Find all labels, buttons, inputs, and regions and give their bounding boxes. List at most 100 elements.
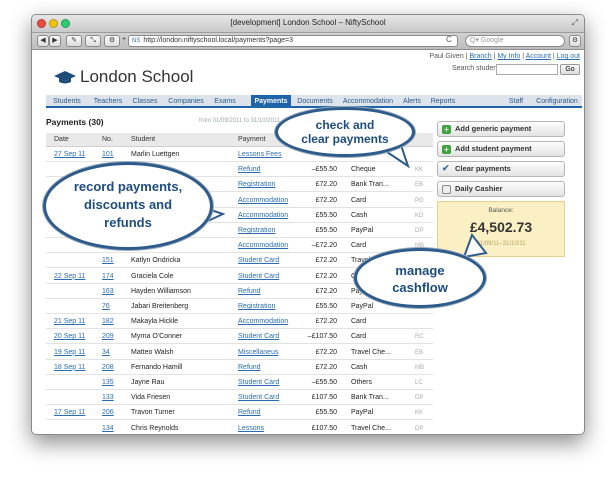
row-payment-type[interactable]: Accommodation bbox=[238, 242, 288, 249]
row-number[interactable]: 206 bbox=[102, 409, 114, 416]
row-number[interactable]: 182 bbox=[102, 318, 114, 325]
tab-alerts[interactable]: Alerts bbox=[400, 95, 424, 108]
row-number[interactable]: 34 bbox=[102, 349, 110, 356]
table-row[interactable]: 134 Chris Reynolds Lessons £107.50 Travel Ch… bbox=[46, 422, 433, 434]
tab-staff[interactable]: Staff bbox=[503, 95, 529, 108]
tools-icon[interactable]: ✎ bbox=[66, 35, 82, 47]
row-payment-type[interactable]: Miscellaneus bbox=[238, 349, 278, 356]
row-date[interactable]: 22 Sep 11 bbox=[54, 273, 85, 280]
row-number[interactable]: 174 bbox=[102, 273, 114, 280]
table-row[interactable]: 20 Sep 11 209 Myrna O'Conner Student Card –£… bbox=[46, 330, 433, 345]
tab-teachers[interactable]: Teachers bbox=[89, 95, 127, 108]
col-payment[interactable]: Payment bbox=[238, 136, 266, 143]
tab-exams[interactable]: Exams bbox=[210, 95, 240, 108]
row-number[interactable]: 209 bbox=[102, 333, 114, 340]
row-number[interactable]: 135 bbox=[102, 379, 114, 386]
row-date[interactable]: 21 Sep 11 bbox=[54, 318, 85, 325]
back-button[interactable]: ◀ bbox=[37, 35, 49, 47]
date-range[interactable]: from 01/09/2011 to 31/10/2011 bbox=[199, 118, 280, 124]
row-payment-type[interactable]: Student Card bbox=[238, 257, 279, 264]
fullscreen-icon[interactable]: ⤢ bbox=[572, 18, 578, 28]
table-row[interactable]: 21 Sep 11 182 Makayla Hickle Accommodation £… bbox=[46, 315, 433, 330]
row-number[interactable]: 134 bbox=[102, 425, 114, 432]
row-payment-type[interactable]: Registration bbox=[238, 227, 275, 234]
row-initials: KK bbox=[415, 167, 424, 174]
row-payment-type[interactable]: Student Card bbox=[238, 333, 279, 340]
row-payment-type[interactable]: Student Card bbox=[238, 394, 279, 401]
branch-link[interactable]: Branch bbox=[469, 53, 491, 60]
row-date[interactable]: 20 Sep 11 bbox=[54, 333, 85, 340]
col-student[interactable]: Student bbox=[131, 136, 155, 143]
add-student-payment-button[interactable]: + Add student payment bbox=[437, 141, 565, 157]
row-date[interactable]: 18 Sep 11 bbox=[54, 364, 85, 371]
logout-link[interactable]: Log out bbox=[557, 53, 580, 60]
table-row[interactable]: 135 Jayne Rau Student Card –£55.50 Others LC bbox=[46, 376, 433, 390]
address-bar[interactable]: NS http://london.niftyschool.local/paymen… bbox=[128, 35, 458, 47]
table-row[interactable]: 18 Sep 11 208 Fernando Hamill Refund £72.20 C… bbox=[46, 361, 433, 375]
row-initials: EB bbox=[415, 182, 424, 189]
gear-icon[interactable]: ⚙ bbox=[569, 35, 581, 47]
callout-manage-cashflow: manage cashflow bbox=[354, 248, 486, 308]
go-button[interactable]: Go bbox=[560, 64, 580, 75]
row-payment-type[interactable]: Accommodation bbox=[238, 197, 288, 204]
tab-configuration[interactable]: Configuration bbox=[532, 95, 582, 108]
tab-reports[interactable]: Reports bbox=[427, 95, 459, 108]
add-generic-payment-button[interactable]: + Add generic payment bbox=[437, 121, 565, 137]
row-date[interactable]: 19 Sep 11 bbox=[54, 349, 85, 356]
callout-line: discounts and bbox=[83, 197, 173, 212]
row-payment-type[interactable]: Accommodation bbox=[238, 318, 288, 325]
table-row[interactable]: 19 Sep 11 34 Matteo Walsh Miscellaneus £72.2… bbox=[46, 346, 433, 360]
row-payment-type[interactable]: Registration bbox=[238, 303, 275, 310]
account-link[interactable]: Account bbox=[526, 53, 551, 60]
row-number[interactable]: 76 bbox=[102, 303, 110, 310]
table-row[interactable]: 76 Jabari Breitenberg Registration £55.50 Pa… bbox=[46, 300, 433, 314]
row-method: Card bbox=[351, 318, 367, 326]
table-row[interactable]: 17 Sep 11 206 Travon Turner Refund £55.50 Pay… bbox=[46, 406, 433, 421]
tab-students[interactable]: Students bbox=[46, 95, 88, 108]
daily-cashier-button[interactable]: Daily Cashier bbox=[437, 181, 565, 197]
row-method: Cash bbox=[351, 211, 368, 219]
student-search-input[interactable] bbox=[496, 64, 558, 75]
row-amount: £72.20 bbox=[315, 257, 337, 265]
row-payment-type[interactable]: Registration bbox=[238, 181, 275, 188]
row-payment-type[interactable]: Student Card bbox=[238, 379, 279, 386]
settings-icon[interactable]: ⚙ bbox=[104, 35, 120, 47]
tab-payments[interactable]: Payments bbox=[251, 95, 291, 108]
check-icon: ✔ bbox=[442, 163, 450, 173]
row-number[interactable]: 208 bbox=[102, 364, 114, 371]
clear-payments-button[interactable]: ✔ Clear payments bbox=[437, 161, 565, 177]
tab-classes[interactable]: Classes bbox=[128, 95, 162, 108]
url-text: http://london.niftyschool.local/payments… bbox=[143, 37, 293, 44]
row-payment-type[interactable]: Lessons bbox=[238, 425, 264, 432]
row-payment-type[interactable]: Refund bbox=[238, 166, 261, 173]
add-tab-button[interactable]: + bbox=[120, 35, 128, 47]
tab-companies[interactable]: Companies bbox=[163, 95, 209, 108]
row-payment-type[interactable]: Refund bbox=[238, 364, 261, 371]
browser-search-field[interactable]: Q▾ Google bbox=[465, 35, 565, 47]
col-no[interactable]: No. bbox=[102, 136, 113, 143]
row-payment-type[interactable]: Accommodation bbox=[238, 212, 288, 219]
row-date[interactable]: 17 Sep 11 bbox=[54, 409, 85, 416]
row-student: Marlin Luettgen bbox=[131, 151, 180, 158]
row-payment-type[interactable]: Lessons Fees bbox=[238, 151, 282, 158]
row-number[interactable]: 163 bbox=[102, 288, 114, 295]
col-date[interactable]: Date bbox=[54, 136, 69, 143]
row-payment-type[interactable]: Student Card bbox=[238, 273, 279, 280]
row-method: PayPal bbox=[351, 409, 374, 417]
row-number[interactable]: 133 bbox=[102, 394, 114, 401]
plus-icon: + bbox=[442, 125, 451, 134]
my-info-link[interactable]: My Info bbox=[497, 53, 520, 60]
row-amount: –£72.20 bbox=[311, 242, 337, 250]
main-nav: Students Teachers Classes Companies Exam… bbox=[46, 95, 582, 108]
row-payment-type[interactable]: Refund bbox=[238, 409, 261, 416]
resize-icon[interactable]: ⤡ bbox=[85, 35, 101, 47]
row-date[interactable]: 27 Sep 11 bbox=[54, 151, 85, 158]
row-payment-type[interactable]: Refund bbox=[238, 288, 261, 295]
forward-button[interactable]: ▶ bbox=[49, 35, 61, 47]
row-number[interactable]: 151 bbox=[102, 257, 114, 264]
row-number[interactable]: 101 bbox=[102, 151, 114, 158]
row-amount: –£107.50 bbox=[307, 333, 337, 341]
table-row[interactable]: 133 Vida Friesen Student Card £107.50 Bank T… bbox=[46, 391, 433, 406]
reload-button[interactable]: C bbox=[446, 35, 452, 44]
tab-documents[interactable]: Documents bbox=[294, 95, 336, 108]
